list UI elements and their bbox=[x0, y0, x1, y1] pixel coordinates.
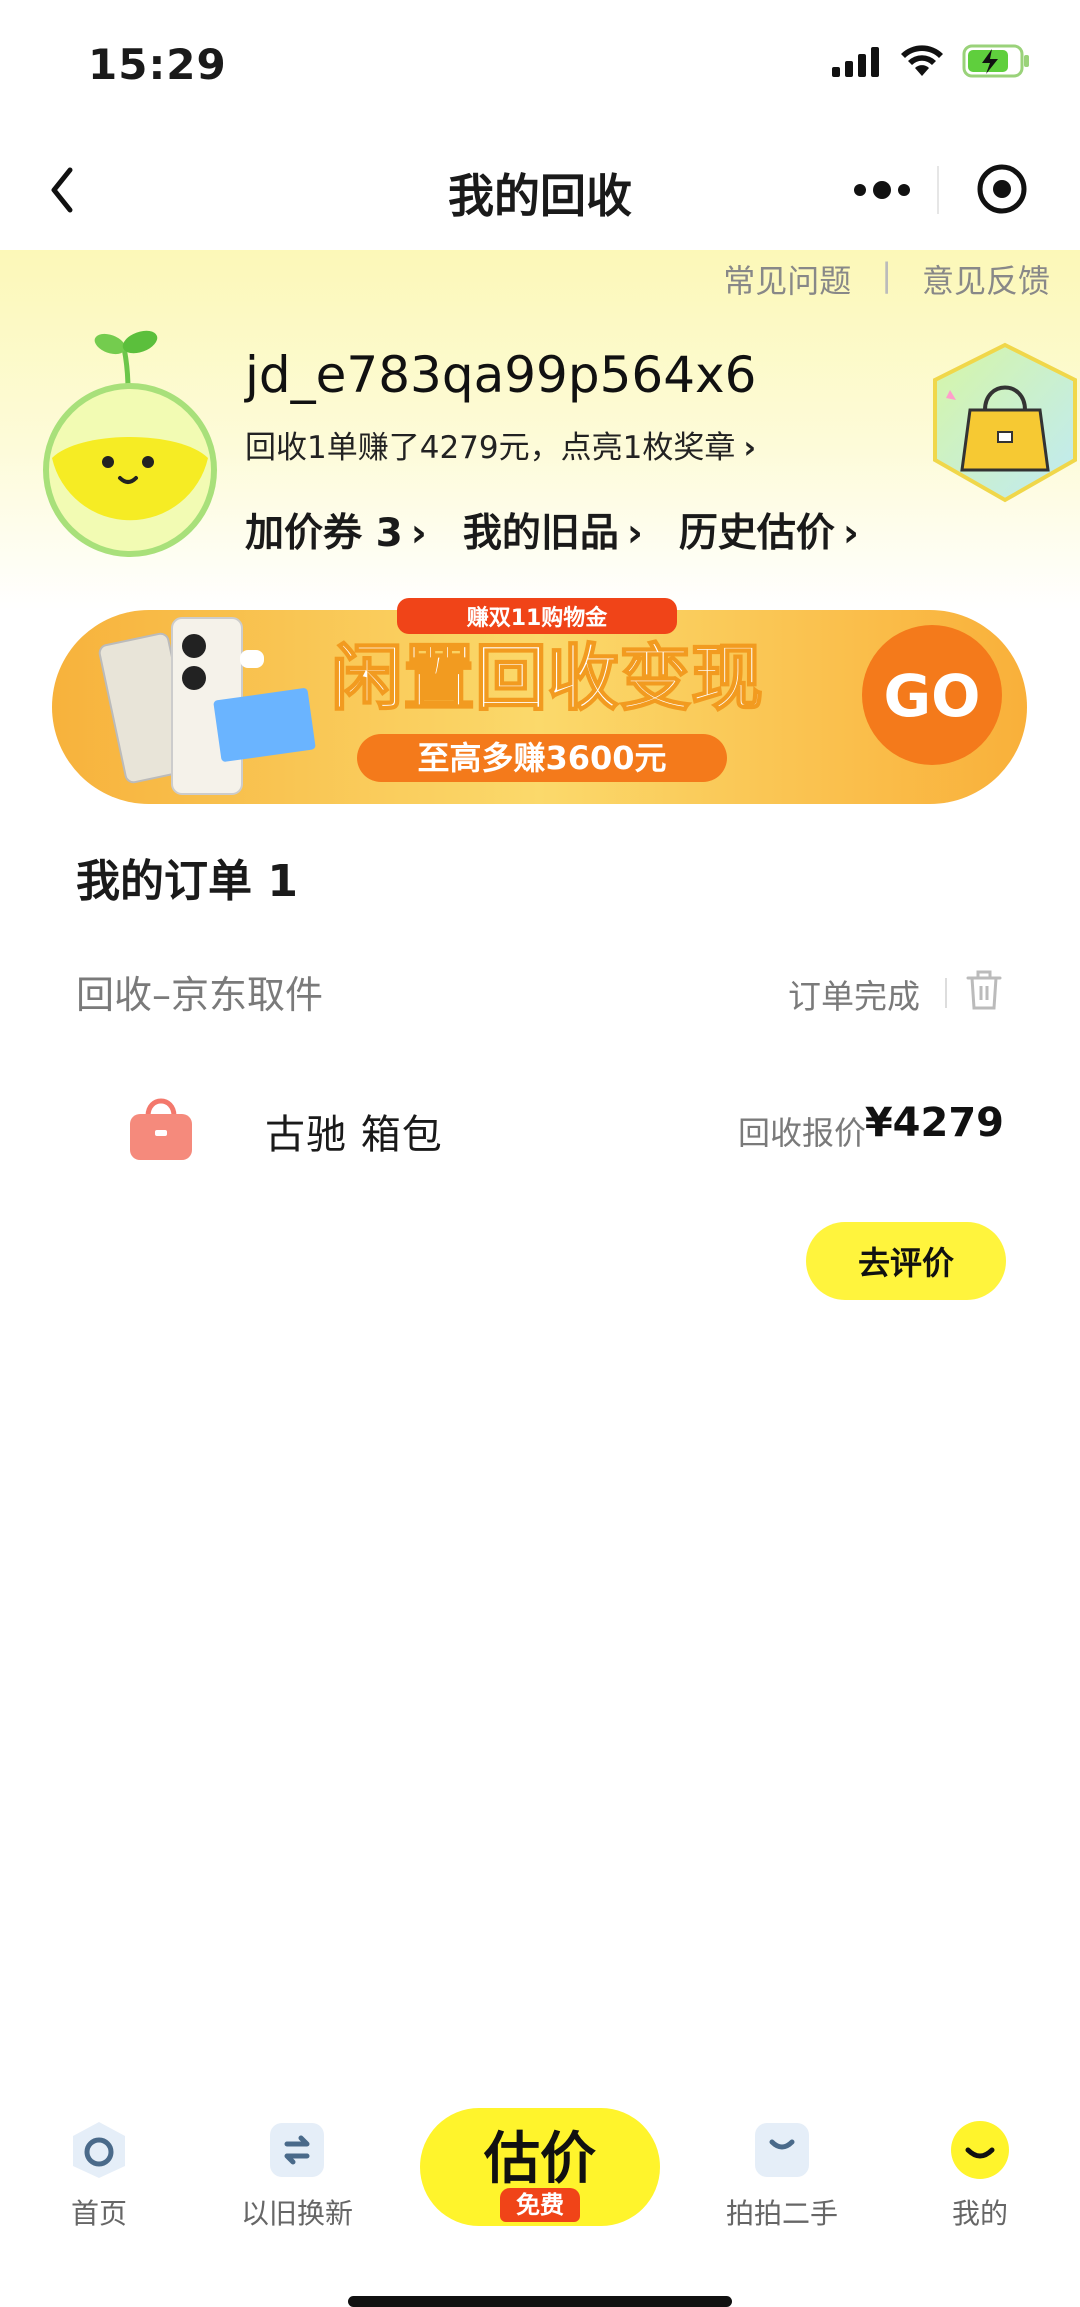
tab-home-label: 首页 bbox=[70, 2197, 127, 2230]
orders-title: 我的订单 1 bbox=[76, 845, 298, 909]
order-card[interactable]: 回收–京东取件 订单完成 古驰 箱包 回收报价 ¥4279 去评价 bbox=[0, 940, 1080, 1320]
coupon-count: 3 bbox=[375, 511, 403, 556]
coupon-link[interactable]: 加价券 3 › bbox=[245, 502, 427, 558]
trade-in-icon bbox=[270, 2123, 324, 2177]
handbag-icon bbox=[130, 1098, 192, 1160]
chevron-right-icon: › bbox=[842, 511, 859, 556]
avatar[interactable] bbox=[40, 330, 220, 560]
nav-bar: 我的回收 bbox=[0, 130, 1080, 250]
username: jd_e783qa99p564x6 bbox=[245, 346, 757, 404]
coupon-label: 加价券 bbox=[245, 511, 363, 556]
tab-trade-in[interactable]: 以旧换新 bbox=[217, 2120, 377, 2232]
mine-icon bbox=[951, 2121, 1009, 2179]
paipai-icon bbox=[755, 2123, 809, 2177]
trash-icon[interactable] bbox=[964, 968, 1004, 1012]
price-value: ¥4279 bbox=[864, 1100, 1004, 1146]
signal-icon bbox=[832, 47, 879, 77]
item-name: 古驰 箱包 bbox=[265, 1112, 443, 1158]
chevron-right-icon: › bbox=[743, 430, 757, 466]
tab-trade-in-label: 以旧换新 bbox=[240, 2197, 353, 2230]
history-estimate-label: 历史估价 bbox=[678, 511, 835, 556]
tab-estimate[interactable]: 估价 免费 bbox=[420, 2108, 660, 2226]
banner-go: GO bbox=[884, 662, 981, 730]
orders-count: 1 bbox=[267, 856, 298, 907]
tab-home[interactable]: 首页 bbox=[19, 2120, 179, 2232]
price-label: 回收报价 bbox=[737, 1114, 866, 1152]
banner-sub: 至高多赚3600元 bbox=[417, 739, 666, 777]
nav-divider bbox=[937, 166, 939, 214]
banner-tag: 赚双11购物金 bbox=[467, 605, 609, 631]
earnings-text: 回收1单赚了4279元，点亮1枚奖章 bbox=[245, 430, 736, 466]
earnings-summary[interactable]: 回收1单赚了4279元，点亮1枚奖章 › bbox=[245, 422, 756, 467]
history-estimate-link[interactable]: 历史估价 › bbox=[679, 502, 859, 558]
order-type: 回收–京东取件 bbox=[76, 973, 324, 1017]
orders-title-label: 我的订单 bbox=[76, 856, 252, 907]
profile-header: 常见问题 | 意见反馈 jd_e783qa99p564x6 回收1单赚了4279… bbox=[0, 250, 1080, 610]
wifi-icon bbox=[901, 45, 943, 76]
medal-badge-icon[interactable] bbox=[910, 340, 1080, 510]
chevron-right-icon: › bbox=[410, 511, 427, 556]
help-links: 常见问题 | 意见反馈 bbox=[723, 256, 1050, 302]
home-icon bbox=[73, 2122, 125, 2178]
free-badge: 免费 bbox=[500, 2188, 580, 2222]
order-status-divider bbox=[945, 978, 947, 1008]
chevron-right-icon: › bbox=[626, 511, 643, 556]
status-time: 15:29 bbox=[88, 40, 227, 89]
status-icons bbox=[832, 44, 1032, 78]
page-title: 我的回收 bbox=[448, 169, 632, 223]
more-icon[interactable] bbox=[850, 170, 914, 210]
quick-links: 加价券 3 › 我的旧品 › 历史估价 › bbox=[245, 502, 859, 558]
banner-headline: 闲置回收变现 bbox=[331, 636, 763, 720]
bottom-tab-bar: 首页 以旧换新 估价 免费 拍拍二手 我的 bbox=[0, 2100, 1080, 2307]
battery-icon bbox=[962, 44, 1029, 78]
my-items-link[interactable]: 我的旧品 › bbox=[463, 502, 643, 558]
tab-mine-label: 我的 bbox=[951, 2197, 1008, 2230]
link-separator: | bbox=[881, 256, 892, 294]
faq-link[interactable]: 常见问题 bbox=[723, 256, 851, 302]
tab-mine[interactable]: 我的 bbox=[900, 2120, 1060, 2232]
status-bar: 15:29 bbox=[0, 0, 1080, 130]
feedback-link[interactable]: 意见反馈 bbox=[922, 256, 1050, 302]
home-indicator bbox=[348, 2296, 732, 2307]
tab-estimate-label: 估价 bbox=[484, 2127, 596, 2192]
tab-paipai[interactable]: 拍拍二手 bbox=[702, 2120, 862, 2232]
tab-paipai-label: 拍拍二手 bbox=[725, 2197, 838, 2230]
order-status: 订单完成 bbox=[788, 977, 920, 1016]
promo-banner[interactable]: 赚双11购物金 闲置回收变现 至高多赚3600元 GO bbox=[52, 598, 1027, 804]
record-icon[interactable] bbox=[975, 162, 1029, 216]
review-button[interactable]: 去评价 bbox=[806, 1222, 1006, 1300]
my-items-label: 我的旧品 bbox=[462, 511, 619, 556]
